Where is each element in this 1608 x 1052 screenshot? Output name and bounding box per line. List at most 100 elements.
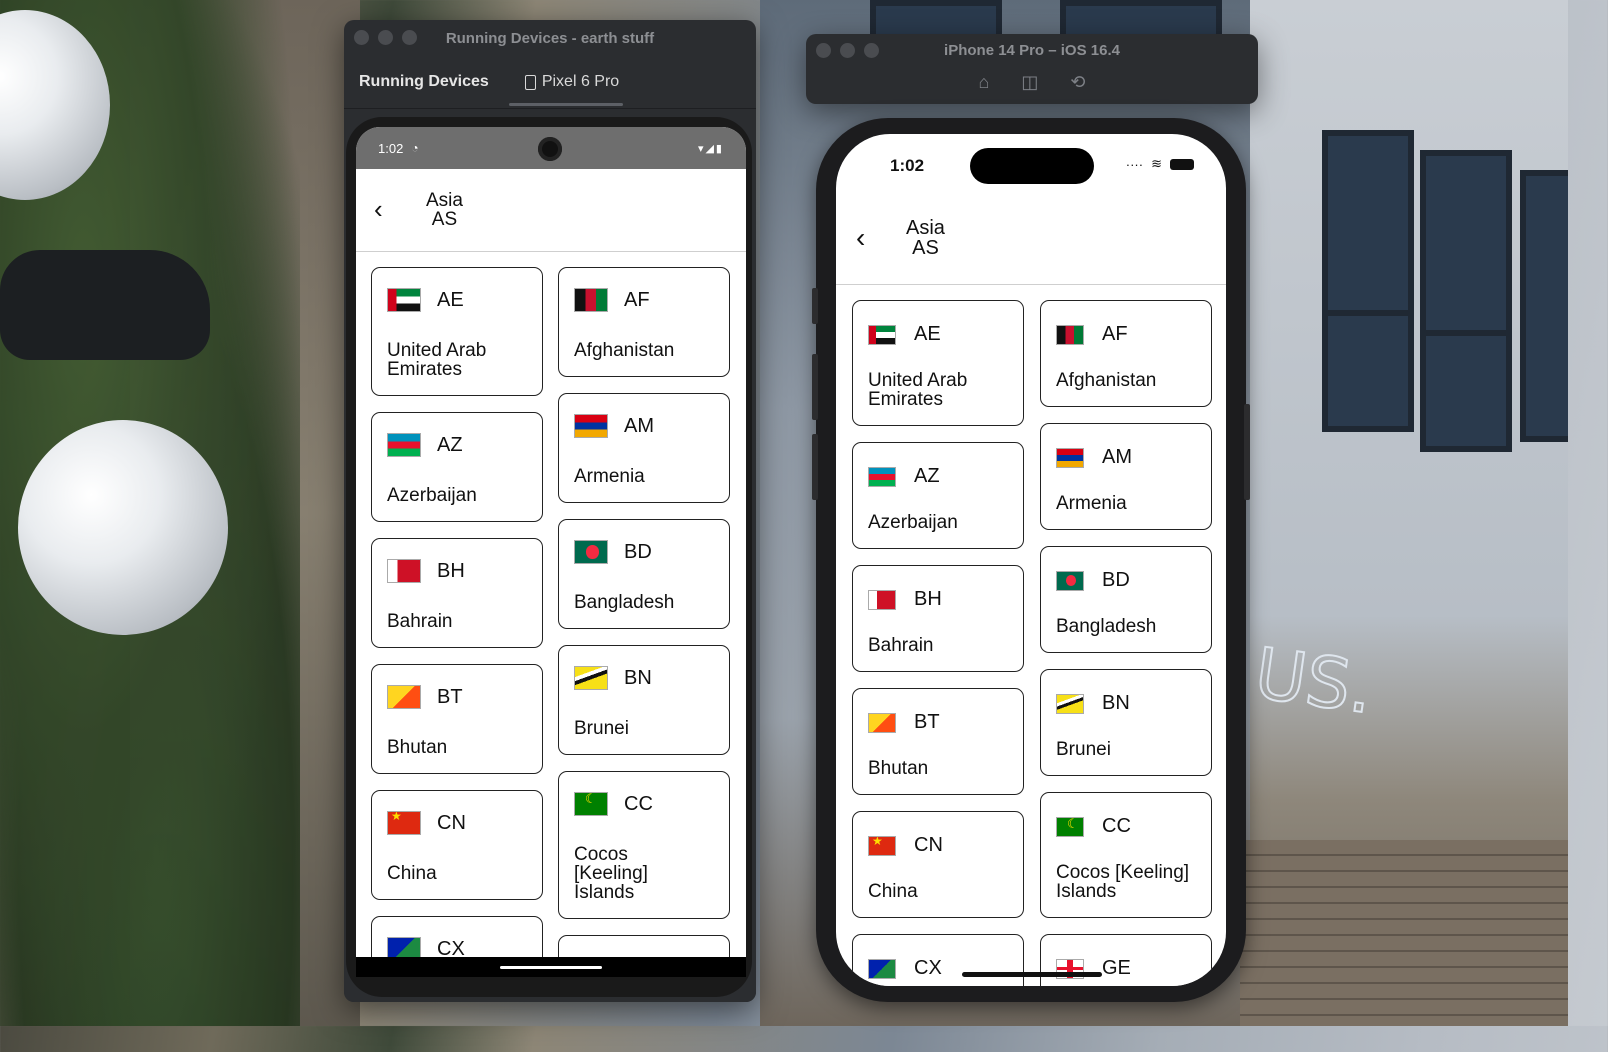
bahrain-flag-icon (387, 559, 421, 583)
country-code: BN (1102, 692, 1130, 714)
country-card[interactable]: BT Bhutan (852, 688, 1024, 795)
country-card[interactable]: AZ Azerbaijan (371, 412, 543, 522)
close-window-button[interactable] (354, 30, 369, 45)
country-card[interactable]: BN Brunei (1040, 669, 1212, 776)
cocos-flag-icon (1056, 816, 1084, 837)
tab-label: Pixel 6 Pro (541, 73, 620, 90)
country-card[interactable]: CX (852, 934, 1024, 986)
country-card[interactable]: AM Armenia (558, 393, 730, 503)
christmas-island-flag-icon (868, 958, 896, 979)
azerbaijan-flag-icon (868, 466, 896, 487)
country-code: BD (1102, 569, 1130, 591)
armenia-flag-icon (574, 414, 608, 438)
minimize-window-button[interactable] (378, 30, 393, 45)
brunei-flag-icon (574, 666, 608, 690)
home-icon[interactable]: ⌂ (979, 72, 990, 93)
country-name: Cocos [Keeling] Islands (1056, 862, 1190, 902)
notification-icon: ◔ (411, 141, 419, 155)
phone-device-icon (524, 74, 536, 90)
country-grid: AE United Arab Emirates AZ Azerbaijan BH… (356, 252, 746, 977)
back-icon[interactable]: ‹ (374, 196, 383, 222)
android-status-bar: 1:02 ◔ ▾◢▮ (356, 127, 746, 169)
country-code: AZ (914, 465, 940, 487)
maximize-window-button[interactable] (402, 30, 417, 45)
tab-running-devices[interactable]: Running Devices (359, 73, 489, 91)
wifi-icon: ≋ (1151, 156, 1162, 171)
country-card[interactable]: AZ Azerbaijan (852, 442, 1024, 549)
country-code: AE (914, 323, 941, 345)
country-card[interactable]: GE (1040, 934, 1212, 986)
tab-pixel-6-pro[interactable]: Pixel 6 Pro (508, 56, 624, 108)
country-grid: AE United Arab Emirates AZ Azerbaijan BH… (836, 284, 1226, 986)
bahrain-flag-icon (868, 589, 896, 610)
country-code: BH (437, 559, 465, 582)
country-card[interactable]: CN China (371, 790, 543, 900)
pixel-bezel: 1:02 ◔ ▾◢▮ ‹ Asia AS AE United Arab Emir… (346, 117, 752, 997)
country-name: China (387, 863, 437, 884)
background-window (1322, 130, 1414, 322)
iphone-device-frame: 1:02 ···· ≋ ‹ Asia AS AE United Arab Emi… (812, 118, 1250, 1002)
country-card[interactable]: AE United Arab Emirates (371, 267, 543, 396)
signal-icon: ···· (1125, 156, 1144, 172)
rotate-icon[interactable]: ⟲ (1070, 72, 1085, 93)
country-name: Armenia (574, 466, 645, 487)
country-code: AM (624, 414, 654, 437)
uae-flag-icon (868, 324, 896, 345)
ios-screen[interactable]: 1:02 ···· ≋ ‹ Asia AS AE United Arab Emi… (836, 134, 1226, 986)
bangladesh-flag-icon (1056, 570, 1084, 591)
region-code: AS (912, 237, 939, 259)
country-card[interactable]: BT Bhutan (371, 664, 543, 774)
region-title: Asia AS (426, 191, 463, 229)
country-name: United Arab Emirates (387, 340, 487, 380)
lamp-arm (0, 250, 210, 360)
country-code: AZ (437, 433, 463, 456)
signal-battery-icon: ▾◢▮ (697, 142, 724, 155)
country-name: Cocos [Keeling] Islands (574, 844, 648, 903)
country-card[interactable]: CN China (852, 811, 1024, 918)
background-brick-wall (1240, 840, 1568, 1026)
brunei-flag-icon (1056, 693, 1084, 714)
country-card[interactable]: CC Cocos [Keeling] Islands (558, 771, 730, 919)
country-name: Azerbaijan (868, 512, 958, 533)
country-name: Afghanistan (1056, 370, 1157, 391)
country-card[interactable]: AM Armenia (1040, 423, 1212, 530)
power-button (1244, 404, 1250, 500)
country-card[interactable]: AF Afghanistan (1040, 300, 1212, 407)
country-card[interactable]: BD Bangladesh (1040, 546, 1212, 653)
country-code: GE (1102, 957, 1131, 979)
country-name: Armenia (1056, 493, 1127, 514)
country-card[interactable]: BH Bahrain (371, 538, 543, 648)
country-code: AM (1102, 446, 1132, 468)
country-name: Brunei (574, 718, 629, 739)
country-name: Bahrain (868, 635, 934, 656)
screenshot-icon[interactable]: ◫ (1021, 72, 1038, 93)
afghanistan-flag-icon (574, 288, 608, 312)
android-screen[interactable]: 1:02 ◔ ▾◢▮ ‹ Asia AS AE United Arab Emir… (356, 127, 746, 977)
gesture-handle[interactable] (500, 966, 602, 969)
country-code: BH (914, 588, 942, 610)
home-indicator[interactable] (962, 972, 1102, 977)
uae-flag-icon (387, 288, 421, 312)
region-code: AS (431, 209, 458, 230)
country-card[interactable]: AF Afghanistan (558, 267, 730, 377)
volume-up-button (812, 354, 818, 420)
android-emulator-window: Running Devices - earth stuff Running De… (344, 20, 756, 1002)
afghanistan-flag-icon (1056, 324, 1084, 345)
status-time: 1:02 (378, 140, 404, 156)
country-name: Bahrain (387, 611, 453, 632)
armenia-flag-icon (1056, 447, 1084, 468)
ios-simulator-window: iPhone 14 Pro – iOS 16.4 ⌂ ◫ ⟲ (806, 34, 1258, 104)
country-card[interactable]: BD Bangladesh (558, 519, 730, 629)
country-code: CC (624, 792, 653, 815)
china-flag-icon (868, 835, 896, 856)
country-code: CX (914, 957, 942, 979)
country-name: Bhutan (868, 758, 929, 779)
country-card[interactable]: CC Cocos [Keeling] Islands (1040, 792, 1212, 918)
country-card[interactable]: BN Brunei (558, 645, 730, 755)
country-card[interactable]: AE United Arab Emirates (852, 300, 1024, 426)
back-icon[interactable]: ‹ (856, 224, 865, 252)
window-titlebar[interactable]: Running Devices - earth stuff (344, 20, 756, 56)
country-code: BN (624, 666, 652, 689)
country-code: CN (437, 811, 466, 834)
country-card[interactable]: BH Bahrain (852, 565, 1024, 672)
